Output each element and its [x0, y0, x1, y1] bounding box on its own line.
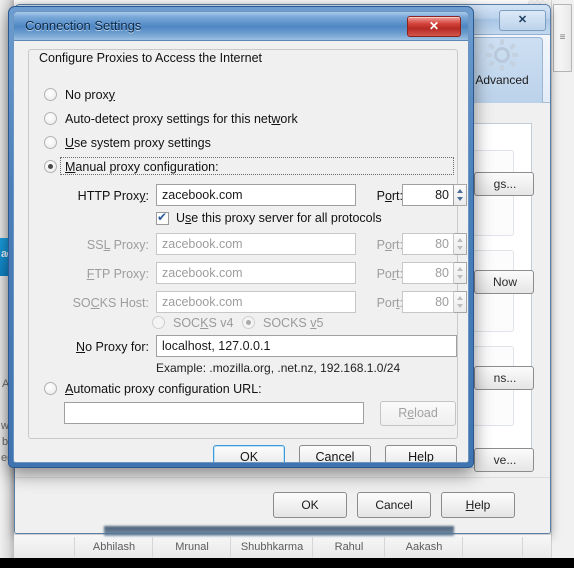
dialog-title: Connection Settings	[25, 18, 142, 33]
remove-button[interactable]: ve...	[474, 448, 534, 472]
radio-socks-v5-label: SOCKS v5	[263, 315, 324, 330]
chat-item-3[interactable]: Rahul	[314, 539, 384, 555]
chat-sep-5	[462, 537, 463, 557]
no-proxy-for-input[interactable]: localhost, 127.0.0.1	[156, 335, 457, 357]
options-footer: OK Cancel Help	[15, 477, 550, 533]
chat-sep-3	[312, 537, 313, 557]
radio-auto-config-url-label: Automatic proxy configuration URL:	[65, 381, 262, 396]
radio-auto-detect-label: Auto-detect proxy settings for this netw…	[65, 111, 298, 126]
chat-sep-1	[152, 537, 153, 557]
dialog-titlebar[interactable]: Connection Settings ✕	[14, 12, 468, 41]
ssl-port-input[interactable]: 80	[402, 233, 454, 255]
settings-button[interactable]: gs...	[474, 172, 534, 196]
dialog-help-button[interactable]: Help	[385, 445, 457, 462]
http-port-input[interactable]: 80	[402, 184, 454, 206]
socks-port-input[interactable]: 80	[402, 291, 454, 313]
socks-port-spinner[interactable]	[454, 291, 467, 313]
chat-item-1[interactable]: Mrunal	[154, 539, 230, 555]
radio-auto-detect-indicator	[44, 112, 57, 125]
chat-item-4[interactable]: Aakash	[386, 539, 462, 555]
page-scrollbar[interactable]	[551, 0, 574, 558]
spinner-down-icon[interactable]	[457, 304, 463, 308]
no-proxy-example: Example: .mozilla.org, .net.nz, 192.168.…	[156, 361, 401, 375]
chat-item-0[interactable]: Abhilash	[76, 539, 152, 555]
ftp-proxy-input[interactable]: zacebook.com	[156, 262, 356, 284]
spinner-down-icon[interactable]	[457, 275, 463, 279]
radio-socks-v4-indicator	[152, 316, 165, 329]
radio-auto-config-url[interactable]: Automatic proxy configuration URL:	[44, 378, 262, 399]
manual-proxy-focus-outline	[60, 157, 454, 175]
chat-sep-4	[384, 537, 385, 557]
proxy-groupbox-title: Configure Proxies to Access the Internet	[36, 51, 266, 65]
spinner-down-icon[interactable]	[457, 246, 463, 250]
gear-icon	[462, 38, 542, 72]
chat-sep-6	[522, 537, 523, 557]
chat-item-2[interactable]: Shubhkarma	[232, 539, 312, 555]
spinner-up-icon[interactable]	[457, 189, 463, 193]
ftp-proxy-label: FTP Proxy:	[86, 267, 149, 281]
radio-no-proxy-indicator	[44, 88, 57, 101]
options-close-button[interactable]: ✕	[499, 10, 546, 31]
ssl-proxy-label: SSL Proxy:	[86, 238, 149, 252]
ftp-port-spinner[interactable]	[454, 262, 467, 284]
socks-port-label: Port:	[376, 296, 403, 310]
radio-socks-v4-label: SOCKS v4	[173, 315, 234, 330]
options-help-label-rest: elp	[474, 498, 491, 512]
radio-system-proxy[interactable]: Use system proxy settings	[44, 132, 211, 153]
connection-settings-dialog: Connection Settings ✕ Configure Proxies …	[13, 11, 469, 463]
scrollbar-grip-icon: ≡	[559, 32, 566, 43]
options-cancel-button[interactable]: Cancel	[357, 492, 431, 518]
screen-bottom-bar	[0, 558, 574, 568]
http-proxy-input[interactable]: zacebook.com	[156, 184, 356, 206]
radio-system-proxy-label: Use system proxy settings	[65, 135, 211, 150]
auto-config-url-input[interactable]	[64, 402, 364, 424]
radio-auto-config-url-indicator	[44, 382, 57, 395]
use-all-protocols-checkbox[interactable]	[156, 210, 169, 225]
radio-auto-detect[interactable]: Auto-detect proxy settings for this netw…	[44, 108, 298, 129]
reload-button[interactable]: Reload	[380, 401, 456, 426]
use-all-protocols-row[interactable]: Use this proxy server for all protocols	[156, 210, 382, 225]
radio-no-proxy-label: No proxy	[65, 87, 116, 102]
dialog-close-button[interactable]: ✕	[407, 16, 461, 37]
radio-manual-proxy-indicator	[44, 160, 57, 173]
http-port-spinner[interactable]	[454, 184, 467, 206]
http-proxy-label: HTTP Proxy:	[77, 189, 149, 203]
tab-advanced-label: Advanced	[475, 73, 529, 87]
radio-socks-v4[interactable]: SOCKS v4	[152, 312, 233, 333]
use-all-protocols-label: Use this proxy server for all protocols	[176, 211, 382, 225]
chat-strip-blur	[104, 526, 454, 536]
ssl-port-spinner[interactable]	[454, 233, 467, 255]
dialog-content: Configure Proxies to Access the Internet…	[14, 41, 468, 462]
chat-sep-0	[74, 537, 75, 557]
ftp-port-label: Port:	[376, 267, 403, 281]
socks-host-input[interactable]: zacebook.com	[156, 291, 356, 313]
ftp-port-input[interactable]: 80	[402, 262, 454, 284]
chat-strip: Abhilash Mrunal Shubhkarma Rahul Aakash	[14, 526, 551, 558]
radio-no-proxy[interactable]: No proxy	[44, 84, 115, 105]
options-ok-button[interactable]: OK	[273, 492, 347, 518]
check-now-button[interactable]: Now	[474, 270, 534, 294]
spinner-up-icon[interactable]	[457, 267, 463, 271]
ssl-proxy-input[interactable]: zacebook.com	[156, 233, 356, 255]
options-help-button[interactable]: Help	[441, 492, 515, 518]
connection-settings-window: Connection Settings ✕ Configure Proxies …	[8, 6, 474, 468]
spinner-up-icon[interactable]	[457, 238, 463, 242]
spinner-down-icon[interactable]	[457, 197, 463, 201]
exceptions-button[interactable]: ns...	[474, 366, 534, 390]
http-port-label: Port:	[376, 189, 403, 203]
dialog-cancel-button[interactable]: Cancel	[299, 445, 371, 462]
socks-host-label: SOCKS Host:	[72, 296, 149, 310]
radio-socks-v5-indicator	[242, 316, 255, 329]
ssl-port-label: Port:	[376, 238, 403, 252]
chat-sep-2	[230, 537, 231, 557]
dialog-ok-button[interactable]: OK	[213, 445, 285, 462]
radio-system-proxy-indicator	[44, 136, 57, 149]
radio-socks-v5[interactable]: SOCKS v5	[242, 312, 323, 333]
spinner-up-icon[interactable]	[457, 296, 463, 300]
no-proxy-for-label: No Proxy for:	[76, 340, 149, 354]
